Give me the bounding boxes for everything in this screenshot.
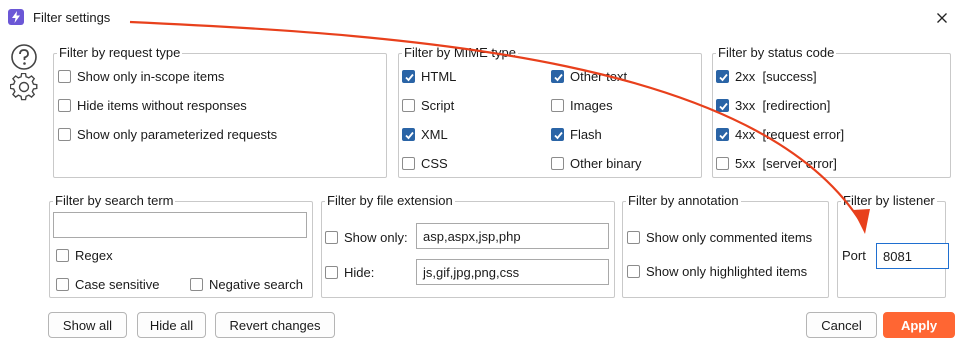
hide-extensions-input[interactable]: js,gif,jpg,png,css (416, 259, 609, 285)
mime-flash-option[interactable]: Flash (551, 127, 602, 142)
search-term-input[interactable] (53, 212, 307, 238)
port-input[interactable]: 8081 (876, 243, 949, 269)
mime-other-binary-checkbox[interactable] (551, 157, 564, 170)
in-scope-option[interactable]: Show only in-scope items (58, 69, 224, 84)
annotation-legend: Filter by annotation (628, 193, 739, 208)
mime-images-checkbox[interactable] (551, 99, 564, 112)
mime-html-option[interactable]: HTML (402, 69, 456, 84)
hide-all-button[interactable]: Hide all (137, 312, 206, 338)
negative-search-label: Negative search (209, 277, 303, 292)
gear-icon[interactable] (9, 72, 38, 104)
without-responses-checkbox[interactable] (58, 99, 71, 112)
show-only-label: Show only: (344, 230, 408, 245)
regex-checkbox[interactable] (56, 249, 69, 262)
status-3xx-checkbox[interactable] (716, 99, 729, 112)
mime-xml-label: XML (421, 127, 448, 142)
without-responses-label: Hide items without responses (77, 98, 247, 113)
file-extension-legend: Filter by file extension (327, 193, 453, 208)
status-2xx-option[interactable]: 2xx [success] (716, 69, 817, 84)
mime-script-label: Script (421, 98, 455, 113)
status-5xx-checkbox[interactable] (716, 157, 729, 170)
mime-other-binary-label: Other binary (570, 156, 642, 171)
regex-label: Regex (75, 248, 113, 263)
parameterized-label: Show only parameterized requests (77, 127, 278, 142)
parameterized-option[interactable]: Show only parameterized requests (58, 127, 277, 142)
apply-button[interactable]: Apply (883, 312, 955, 338)
mime-other-text-checkbox[interactable] (551, 70, 564, 83)
annotation-group: Filter by annotation (622, 194, 829, 298)
commented-label: Show only commented items (646, 230, 813, 245)
status-5xx-option[interactable]: 5xx [server error] (716, 156, 837, 171)
highlighted-checkbox[interactable] (627, 265, 640, 278)
mime-images-label: Images (570, 98, 613, 113)
highlighted-option[interactable]: Show only highlighted items (627, 264, 807, 279)
commented-option[interactable]: Show only commented items (627, 230, 812, 245)
mime-script-option[interactable]: Script (402, 98, 454, 113)
hide-checkbox[interactable] (325, 266, 338, 279)
status-2xx-checkbox[interactable] (716, 70, 729, 83)
mime-html-label: HTML (421, 69, 457, 84)
commented-checkbox[interactable] (627, 231, 640, 244)
case-sensitive-label: Case sensitive (75, 277, 160, 292)
mime-other-binary-option[interactable]: Other binary (551, 156, 642, 171)
case-sensitive-checkbox[interactable] (56, 278, 69, 291)
hide-option[interactable]: Hide: (325, 265, 374, 280)
mime-css-label: CSS (421, 156, 448, 171)
listener-legend: Filter by listener (843, 193, 935, 208)
mime-other-text-option[interactable]: Other text (551, 69, 627, 84)
lightning-icon (8, 9, 24, 25)
revert-changes-button[interactable]: Revert changes (215, 312, 335, 338)
status-code-legend: Filter by status code (718, 45, 835, 60)
status-4xx-label: 4xx [request error] (735, 127, 845, 142)
negative-search-checkbox[interactable] (190, 278, 203, 291)
show-all-button[interactable]: Show all (48, 312, 127, 338)
window-title: Filter settings (33, 10, 111, 25)
status-4xx-checkbox[interactable] (716, 128, 729, 141)
show-only-extensions-input[interactable]: asp,aspx,jsp,php (416, 223, 609, 249)
request-type-legend: Filter by request type (59, 45, 181, 60)
regex-option[interactable]: Regex (56, 248, 113, 263)
status-4xx-option[interactable]: 4xx [request error] (716, 127, 844, 142)
show-only-checkbox[interactable] (325, 231, 338, 244)
mime-other-text-label: Other text (570, 69, 628, 84)
status-3xx-label: 3xx [redirection] (735, 98, 831, 113)
status-2xx-label: 2xx [success] (735, 69, 817, 84)
case-sensitive-option[interactable]: Case sensitive (56, 277, 160, 292)
mime-script-checkbox[interactable] (402, 99, 415, 112)
parameterized-checkbox[interactable] (58, 128, 71, 141)
port-label: Port (842, 248, 866, 263)
mime-xml-option[interactable]: XML (402, 127, 448, 142)
status-5xx-label: 5xx [server error] (735, 156, 837, 171)
close-icon[interactable] (930, 6, 954, 30)
show-only-option[interactable]: Show only: (325, 230, 408, 245)
mime-type-legend: Filter by MIME type (404, 45, 516, 60)
mime-flash-label: Flash (570, 127, 602, 142)
mime-css-option[interactable]: CSS (402, 156, 448, 171)
mime-xml-checkbox[interactable] (402, 128, 415, 141)
mime-images-option[interactable]: Images (551, 98, 613, 113)
help-icon[interactable] (10, 43, 38, 74)
negative-search-option[interactable]: Negative search (190, 277, 303, 292)
hide-label: Hide: (344, 265, 375, 280)
mime-html-checkbox[interactable] (402, 70, 415, 83)
mime-css-checkbox[interactable] (402, 157, 415, 170)
title-bar: Filter settings (0, 0, 967, 36)
cancel-button[interactable]: Cancel (806, 312, 877, 338)
highlighted-label: Show only highlighted items (646, 264, 808, 279)
search-term-legend: Filter by search term (55, 193, 174, 208)
in-scope-checkbox[interactable] (58, 70, 71, 83)
status-3xx-option[interactable]: 3xx [redirection] (716, 98, 830, 113)
in-scope-label: Show only in-scope items (77, 69, 225, 84)
without-responses-option[interactable]: Hide items without responses (58, 98, 247, 113)
mime-flash-checkbox[interactable] (551, 128, 564, 141)
